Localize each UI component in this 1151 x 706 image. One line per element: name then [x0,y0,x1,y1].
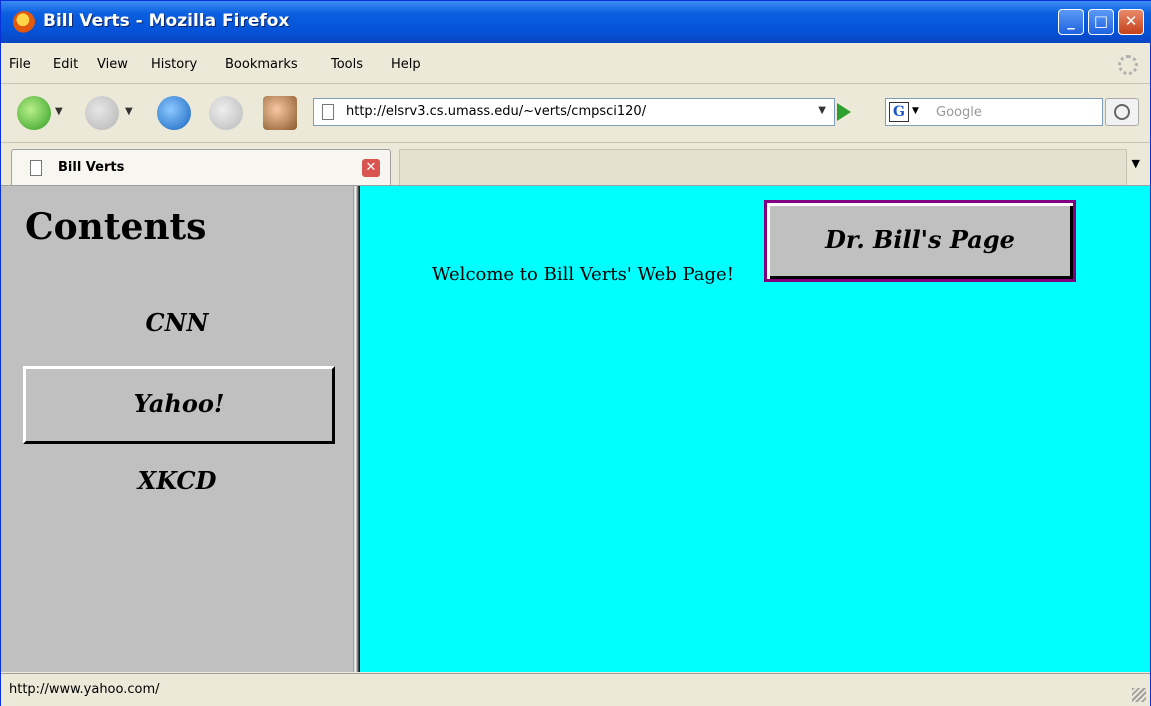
tab-label: Bill Verts [58,160,125,175]
welcome-text: Welcome to Bill Verts' Web Page! [432,264,734,285]
page-content: Contents CNN Yahoo! XKCD Welcome to Bill… [1,186,1150,672]
browser-window: Bill Verts - Mozilla Firefox _ □ ✕ File … [0,0,1151,706]
status-bar: http://www.yahoo.com/ [1,673,1150,706]
minimize-button[interactable]: _ [1058,9,1084,35]
back-arrow-icon[interactable] [17,96,51,130]
menu-view[interactable]: View [97,57,128,72]
main-frame: Welcome to Bill Verts' Web Page! Dr. Bil… [360,186,1150,672]
url-bar[interactable]: http://elsrv3.cs.umass.edu/~verts/cmpsci… [313,98,835,126]
menu-file[interactable]: File [9,57,31,72]
title-bar[interactable]: Bill Verts - Mozilla Firefox _ □ ✕ [1,1,1151,43]
link-yahoo-button[interactable]: Yahoo! [23,366,335,444]
dr-bills-page-label: Dr. Bill's Page [825,225,1015,254]
close-tab-icon[interactable]: ✕ [362,159,380,177]
menu-tools[interactable]: Tools [331,57,363,72]
search-engine-dropdown-icon[interactable]: ▼ [912,106,919,116]
contents-frame: Contents CNN Yahoo! XKCD [1,186,353,672]
link-cnn[interactable]: CNN [1,308,353,337]
link-yahoo-label: Yahoo! [133,389,225,418]
firefox-logo-icon [13,11,35,33]
tab-list-dropdown-icon[interactable]: ▼ [1132,157,1140,170]
dr-bills-page-button[interactable]: Dr. Bill's Page [764,200,1076,282]
search-button[interactable] [1105,98,1139,126]
throbber-icon [1118,55,1138,75]
forward-arrow-icon[interactable] [85,96,119,130]
search-placeholder[interactable]: Google [936,105,982,120]
link-xkcd[interactable]: XKCD [1,466,353,495]
url-dropdown-icon[interactable]: ▼ [818,105,826,116]
back-dropdown-icon[interactable]: ▼ [55,106,63,117]
tab-bill-verts[interactable]: Bill Verts ✕ [11,149,391,185]
menu-bookmarks[interactable]: Bookmarks [225,57,298,72]
tab-bar: Bill Verts ✕ ▼ [1,143,1150,186]
stop-icon[interactable] [209,96,243,130]
forward-dropdown-icon[interactable]: ▼ [125,106,133,117]
url-text[interactable]: http://elsrv3.cs.umass.edu/~verts/cmpsci… [346,104,646,119]
menu-edit[interactable]: Edit [53,57,78,72]
magnifier-icon [1114,104,1130,120]
search-bar[interactable]: G ▼ Google [885,98,1103,126]
page-icon [322,104,334,120]
reload-icon[interactable] [157,96,191,130]
window-title: Bill Verts - Mozilla Firefox [43,11,290,31]
frame-splitter[interactable] [353,186,360,672]
menu-history[interactable]: History [151,57,197,72]
maximize-button[interactable]: □ [1088,9,1114,35]
menu-bar: File Edit View History Bookmarks Tools H… [1,43,1150,84]
tab-strip-empty[interactable] [399,149,1127,185]
contents-heading: Contents [25,206,207,248]
page-icon [30,160,42,176]
google-logo-icon[interactable]: G [889,102,909,122]
home-icon[interactable] [263,96,297,130]
close-button[interactable]: ✕ [1118,9,1144,35]
status-text: http://www.yahoo.com/ [9,682,160,697]
menu-help[interactable]: Help [391,57,421,72]
go-arrow-icon[interactable] [837,103,851,121]
resize-grip-icon[interactable] [1132,688,1146,702]
navigation-toolbar: ▼ ▼ http://elsrv3.cs.umass.edu/~verts/cm… [1,84,1150,143]
